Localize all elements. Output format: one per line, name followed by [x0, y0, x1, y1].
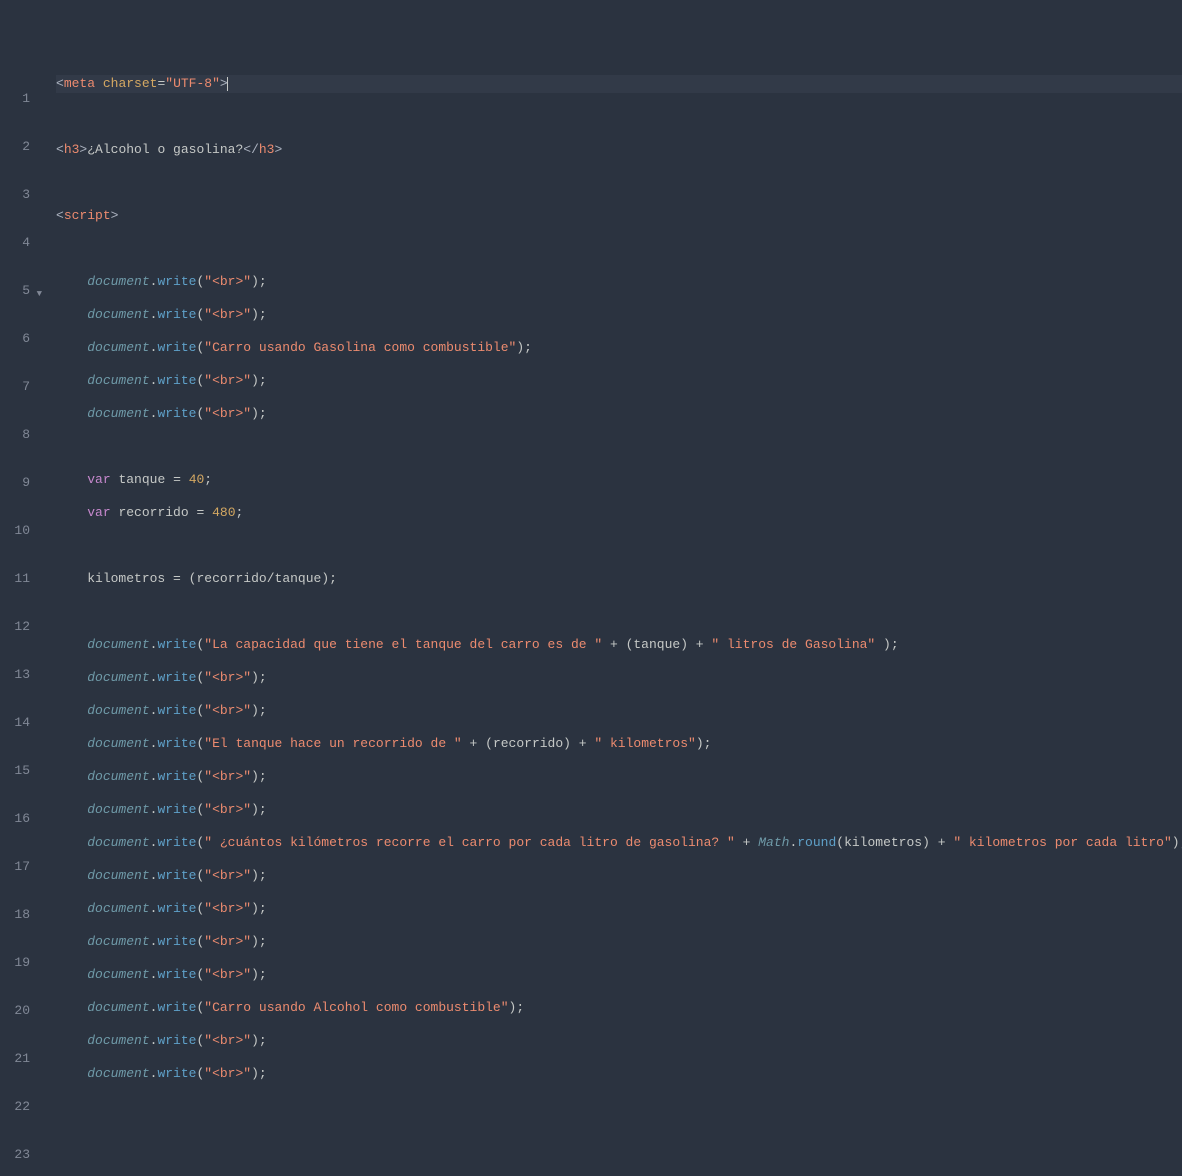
line-number[interactable]: 2 [0, 138, 30, 156]
code-line[interactable] [56, 240, 1182, 258]
code-line[interactable]: <h3>¿Alcohol o gasolina?</h3> [56, 141, 1182, 159]
line-number[interactable]: 15 [0, 762, 30, 780]
code-line[interactable]: document.write("<br>"); [56, 867, 1182, 885]
code-line[interactable] [56, 537, 1182, 555]
text-cursor [227, 77, 228, 91]
code-editor[interactable]: 1 2 3 4 5 6 7 8 9 10 11 12 13 14 15 16 1… [0, 60, 1182, 1176]
line-number[interactable]: 7 [0, 378, 30, 396]
code-line[interactable]: kilometros = (recorrido/tanque); [56, 570, 1182, 588]
line-number[interactable]: 19 [0, 954, 30, 972]
code-line[interactable]: var tanque = 40; [56, 471, 1182, 489]
code-line[interactable]: document.write("<br>"); [56, 768, 1182, 786]
line-number[interactable]: 17 [0, 858, 30, 876]
line-number[interactable]: 21 [0, 1050, 30, 1068]
code-line[interactable]: document.write("<br>"); [56, 669, 1182, 687]
code-line[interactable]: <meta charset="UTF-8"> [56, 75, 1182, 93]
code-line[interactable]: document.write("<br>"); [56, 801, 1182, 819]
code-line[interactable] [56, 108, 1182, 126]
line-number[interactable]: 1 [0, 90, 30, 108]
code-area[interactable]: <meta charset="UTF-8"> <h3>¿Alcohol o ga… [38, 60, 1182, 1176]
code-line[interactable]: document.write("<br>"); [56, 1032, 1182, 1050]
code-line[interactable]: document.write("<br>"); [56, 372, 1182, 390]
line-number[interactable]: 22 [0, 1098, 30, 1116]
line-number[interactable]: 14 [0, 714, 30, 732]
line-number[interactable]: 6 [0, 330, 30, 348]
line-number[interactable]: 3 [0, 186, 30, 204]
code-line[interactable]: document.write("<br>"); [56, 405, 1182, 423]
line-number[interactable]: 18 [0, 906, 30, 924]
code-line[interactable]: document.write("<br>"); [56, 702, 1182, 720]
line-number[interactable]: 11 [0, 570, 30, 588]
code-line[interactable] [56, 603, 1182, 621]
line-number[interactable]: 16 [0, 810, 30, 828]
code-line[interactable]: document.write("Carro usando Alcohol com… [56, 999, 1182, 1017]
line-number[interactable]: 23 [0, 1146, 30, 1164]
code-line[interactable]: document.write("<br>"); [56, 306, 1182, 324]
code-line[interactable]: document.write("<br>"); [56, 273, 1182, 291]
line-number[interactable]: 9 [0, 474, 30, 492]
line-number[interactable]: 20 [0, 1002, 30, 1020]
code-line[interactable]: document.write("<br>"); [56, 900, 1182, 918]
line-number-gutter[interactable]: 1 2 3 4 5 6 7 8 9 10 11 12 13 14 15 16 1… [0, 60, 38, 1176]
line-number[interactable]: 5 [0, 282, 30, 300]
code-line[interactable] [56, 174, 1182, 192]
code-line[interactable]: document.write("El tanque hace un recorr… [56, 735, 1182, 753]
code-line[interactable] [56, 438, 1182, 456]
line-number[interactable]: 10 [0, 522, 30, 540]
code-line[interactable]: document.write("<br>"); [56, 933, 1182, 951]
code-line[interactable]: document.write(" ¿cuántos kilómetros rec… [56, 834, 1182, 852]
code-line[interactable]: document.write("<br>"); [56, 966, 1182, 984]
code-line[interactable]: <script> [56, 207, 1182, 225]
line-number[interactable]: 8 [0, 426, 30, 444]
code-line[interactable]: document.write("Carro usando Gasolina co… [56, 339, 1182, 357]
code-line[interactable]: document.write("<br>"); [56, 1065, 1182, 1083]
line-number[interactable]: 13 [0, 666, 30, 684]
line-number[interactable]: 4 [0, 234, 30, 252]
code-line[interactable]: var recorrido = 480; [56, 504, 1182, 522]
code-line[interactable]: document.write("La capacidad que tiene e… [56, 636, 1182, 654]
line-number[interactable]: 12 [0, 618, 30, 636]
